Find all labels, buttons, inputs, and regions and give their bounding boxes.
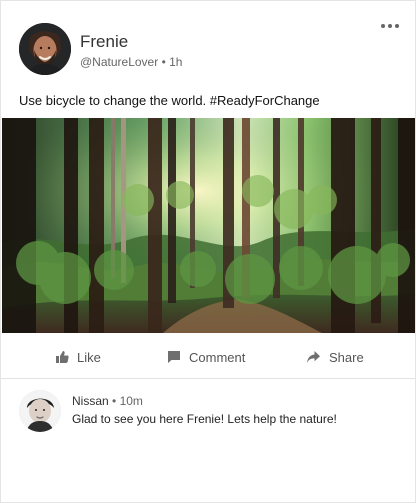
share-button[interactable]: Share <box>306 348 364 366</box>
post-image[interactable] <box>2 118 415 333</box>
comment-icon <box>167 350 181 364</box>
post-author-name[interactable]: Frenie <box>80 32 128 52</box>
comment-row: Nissan • 10m Glad to see you here Frenie… <box>19 390 399 436</box>
meta-separator: • <box>161 55 166 69</box>
comment-time: 10m <box>119 394 143 408</box>
share-arrow-icon <box>306 350 321 364</box>
post-header: Frenie @NatureLover • 1h <box>19 23 399 77</box>
like-label: Like <box>77 349 101 365</box>
more-horizontal-icon[interactable] <box>381 21 399 31</box>
commenter-avatar[interactable] <box>19 390 61 432</box>
comment-meta: Nissan • 10m <box>72 394 143 408</box>
author-avatar[interactable] <box>19 23 71 75</box>
post-text: Use bicycle to change the world. #ReadyF… <box>19 93 320 108</box>
post-handle[interactable]: @NatureLover <box>80 55 158 69</box>
post-actions: Like Comment Share <box>1 334 415 379</box>
post-meta: @NatureLover • 1h <box>80 55 182 69</box>
comment-button[interactable]: Comment <box>167 348 245 366</box>
comment-label: Comment <box>189 349 246 365</box>
comment-separator: • <box>112 394 117 408</box>
more-dot <box>381 24 385 28</box>
post-time: 1h <box>169 55 183 69</box>
like-button[interactable]: Like <box>55 348 101 366</box>
thumbs-up-icon <box>55 350 69 364</box>
commenter-name[interactable]: Nissan <box>72 394 109 408</box>
share-label: Share <box>329 349 364 365</box>
comment-text: Glad to see you here Frenie! Lets help t… <box>72 412 337 426</box>
more-dot <box>395 24 399 28</box>
more-dot <box>388 24 392 28</box>
post-card: Frenie @NatureLover • 1h Use bicycle to … <box>0 0 416 503</box>
